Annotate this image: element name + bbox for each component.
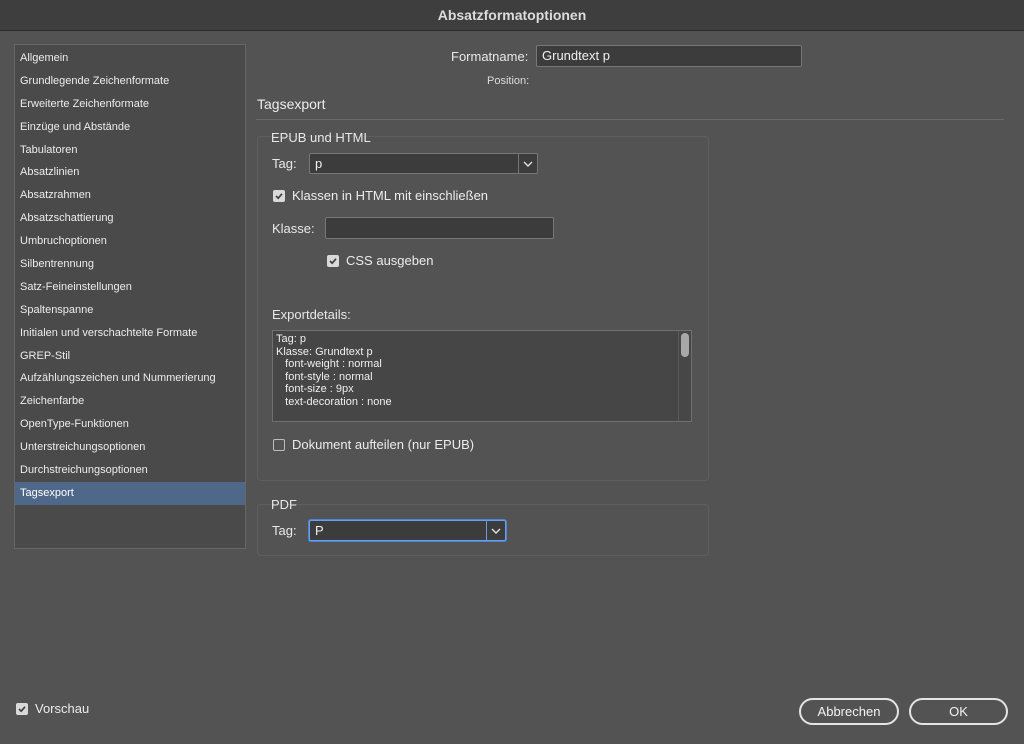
preview-checkbox[interactable]: Vorschau <box>16 701 89 716</box>
checkbox-checked-icon <box>16 702 28 715</box>
window-title-bar: Absatzformatoptionen <box>0 0 1024 31</box>
details-scroll-thumb[interactable] <box>681 333 689 357</box>
pdf-tag-select[interactable]: P <box>309 520 506 541</box>
sidebar-item-durchstreichungsoptionen[interactable]: Durchstreichungsoptionen <box>15 459 245 482</box>
export-details-textarea[interactable]: Tag: p Klasse: Grundtext p font-weight :… <box>272 330 692 422</box>
category-list[interactable]: Allgemein Grundlegende Zeichenformate Er… <box>14 44 246 549</box>
format-name-label: Formatname: <box>451 49 529 64</box>
details-line: font-style : normal <box>276 370 373 383</box>
sidebar-item-silbentrennung[interactable]: Silbentrennung <box>15 253 245 276</box>
epub-tag-label: Tag: <box>272 156 297 171</box>
sidebar-item-spaltenspanne[interactable]: Spaltenspanne <box>15 299 245 322</box>
checkbox-checked-icon <box>273 189 285 202</box>
sidebar-item-unterstreichungsoptionen[interactable]: Unterstreichungsoptionen <box>15 436 245 459</box>
details-line: font-size : 9px <box>276 383 354 395</box>
sidebar-item-tabulatoren[interactable]: Tabulatoren <box>15 139 245 162</box>
checkbox-checked-icon <box>327 254 339 267</box>
cancel-button[interactable]: Abbrechen <box>799 698 899 725</box>
sidebar-item-absatzlinien[interactable]: Absatzlinien <box>15 161 245 184</box>
chevron-down-icon <box>518 154 537 173</box>
export-details-label: Exportdetails: <box>272 307 351 322</box>
epub-tag-value: p <box>315 156 323 171</box>
position-label: Position: <box>487 75 530 87</box>
sidebar-item-aufzaehlungszeichen[interactable]: Aufzählungszeichen und Nummerierung <box>15 367 245 390</box>
sidebar-item-tagsexport[interactable]: Tagsexport <box>15 481 245 505</box>
include-classes-label: Klassen in HTML mit einschließen <box>292 188 489 203</box>
sidebar-item-erweiterte-zeichenformate[interactable]: Erweiterte Zeichenformate <box>15 93 245 116</box>
details-line: Klasse: Grundtext p <box>276 345 373 358</box>
sidebar-item-absatzschattierung[interactable]: Absatzschattierung <box>15 207 245 230</box>
pdf-tag-value: P <box>315 523 324 538</box>
split-document-checkbox[interactable]: Dokument aufteilen (nur EPUB) <box>273 437 474 452</box>
split-document-label: Dokument aufteilen (nur EPUB) <box>292 437 475 452</box>
class-input[interactable] <box>325 217 554 239</box>
details-line: text-decoration : none <box>276 395 392 408</box>
sidebar-item-initialen[interactable]: Initialen und verschachtelte Formate <box>15 322 245 345</box>
format-name-input[interactable]: Grundtext p <box>536 45 802 67</box>
emit-css-checkbox[interactable]: CSS ausgeben <box>327 253 433 268</box>
sidebar-item-absatzrahmen[interactable]: Absatzrahmen <box>15 184 245 207</box>
sidebar-item-grep-stil[interactable]: GREP-Stil <box>15 345 245 368</box>
section-divider <box>256 119 1004 120</box>
epub-group-title: EPUB und HTML <box>271 130 371 145</box>
sidebar-item-einzuege-und-abstaende[interactable]: Einzüge und Abstände <box>15 116 245 139</box>
pdf-group-title: PDF <box>271 497 297 512</box>
sidebar-item-zeichenfarbe[interactable]: Zeichenfarbe <box>15 390 245 413</box>
details-line: Tag: p <box>276 333 306 345</box>
window-title: Absatzformatoptionen <box>437 7 587 23</box>
pdf-tag-label: Tag: <box>272 523 297 538</box>
sidebar-item-grundlegende-zeichenformate[interactable]: Grundlegende Zeichenformate <box>15 70 245 93</box>
preview-label: Vorschau <box>35 701 90 716</box>
epub-tag-select[interactable]: p <box>309 153 538 174</box>
sidebar-item-umbruchoptionen[interactable]: Umbruchoptionen <box>15 230 245 253</box>
chevron-down-icon <box>486 521 505 540</box>
details-scrollbar[interactable] <box>678 331 691 421</box>
include-classes-checkbox[interactable]: Klassen in HTML mit einschließen <box>273 188 488 203</box>
sidebar-item-opentype-funktionen[interactable]: OpenType-Funktionen <box>15 413 245 436</box>
ok-button[interactable]: OK <box>909 698 1008 725</box>
class-label: Klasse: <box>272 221 315 236</box>
checkbox-unchecked-icon <box>273 438 285 451</box>
sidebar-item-allgemein[interactable]: Allgemein <box>15 47 245 70</box>
section-title: Tagsexport <box>257 96 326 112</box>
emit-css-label: CSS ausgeben <box>346 253 434 268</box>
details-line: font-weight : normal <box>276 358 382 370</box>
sidebar-item-satz-feineinstellungen[interactable]: Satz-Feineinstellungen <box>15 276 245 299</box>
